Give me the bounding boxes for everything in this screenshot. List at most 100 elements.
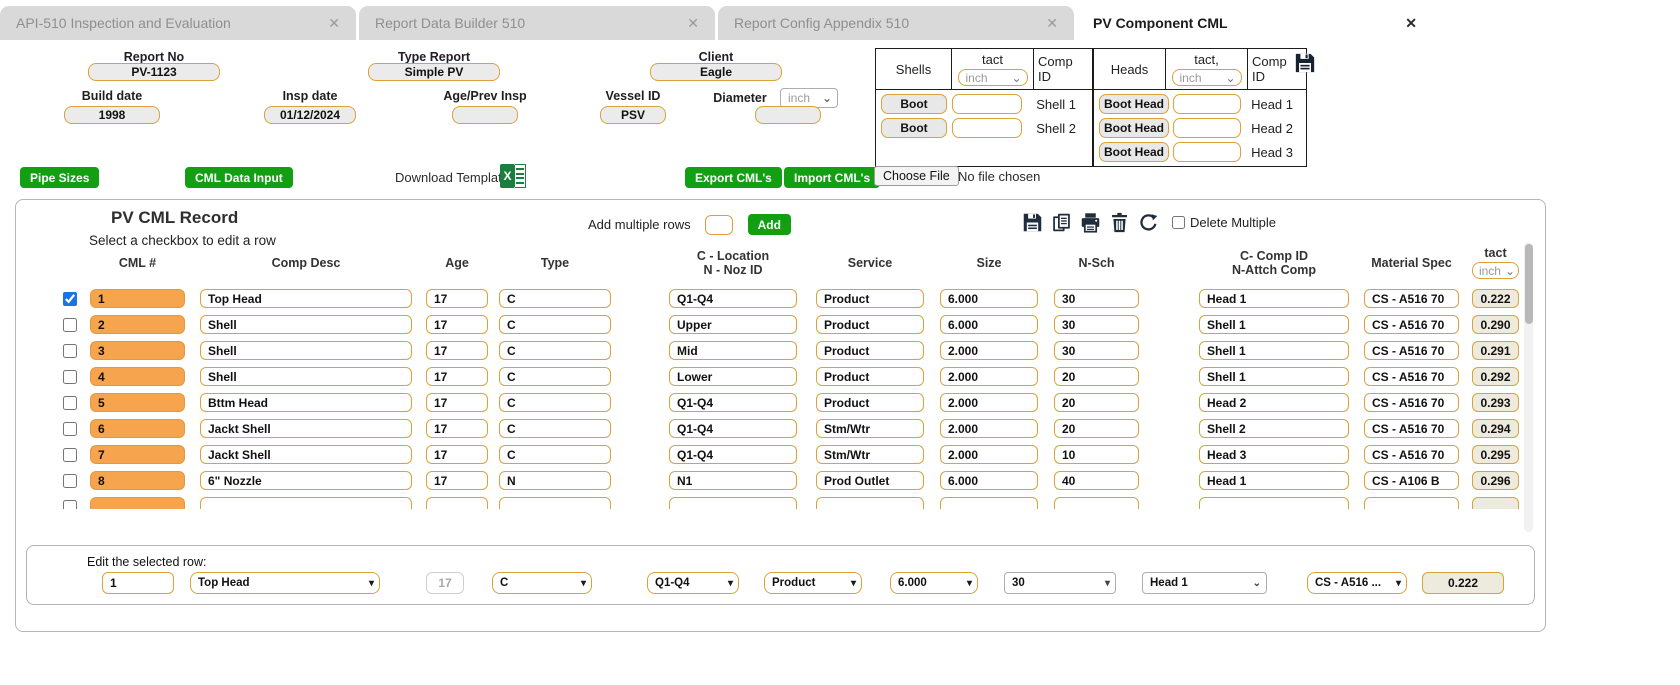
- location-input[interactable]: [669, 289, 797, 308]
- excel-icon[interactable]: X: [500, 164, 527, 188]
- nsch-input[interactable]: [1054, 497, 1139, 509]
- refresh-icon[interactable]: [1137, 211, 1159, 233]
- size-input[interactable]: [940, 315, 1038, 334]
- comp-id-input[interactable]: [1199, 315, 1349, 334]
- tact-input[interactable]: [1472, 367, 1519, 386]
- size-input[interactable]: [940, 289, 1038, 308]
- size-input[interactable]: [940, 341, 1038, 360]
- row-checkbox[interactable]: [63, 447, 77, 462]
- head-tact-input[interactable]: [1173, 118, 1241, 138]
- save-icon[interactable]: [1294, 52, 1316, 74]
- nsch-input[interactable]: [1054, 341, 1139, 360]
- cml-number-input[interactable]: [90, 497, 185, 509]
- location-input[interactable]: [669, 367, 797, 386]
- age-input[interactable]: [426, 419, 488, 438]
- diameter-field[interactable]: [755, 106, 821, 124]
- boot-button[interactable]: Boot: [881, 118, 947, 138]
- edit-age-input[interactable]: [426, 572, 464, 594]
- row-checkbox[interactable]: [63, 421, 77, 436]
- size-input[interactable]: [940, 393, 1038, 412]
- size-input[interactable]: [940, 497, 1038, 509]
- row-checkbox[interactable]: [63, 499, 77, 509]
- tab-report-data-builder[interactable]: Report Data Builder 510 ✕: [359, 6, 715, 40]
- cml-number-input[interactable]: [90, 419, 185, 438]
- age-input[interactable]: [426, 367, 488, 386]
- close-icon[interactable]: ✕: [1046, 15, 1058, 32]
- edit-material-spec-select[interactable]: CS - A516 ... ▾: [1307, 572, 1407, 594]
- size-input[interactable]: [940, 419, 1038, 438]
- type-report-field[interactable]: [368, 63, 500, 81]
- close-icon[interactable]: ✕: [687, 15, 699, 32]
- cml-number-input[interactable]: [90, 315, 185, 334]
- comp-id-input[interactable]: [1199, 471, 1349, 490]
- insp-date-field[interactable]: [264, 106, 356, 124]
- tab-api-510-inspection[interactable]: API-510 Inspection and Evaluation ✕: [0, 6, 356, 40]
- row-checkbox[interactable]: [63, 291, 77, 306]
- type-input[interactable]: [499, 497, 611, 509]
- tact-input[interactable]: [1472, 289, 1519, 308]
- material-spec-input[interactable]: [1364, 367, 1459, 386]
- edit-location-select[interactable]: Q1-Q4 ▾: [647, 572, 739, 594]
- diameter-unit-select[interactable]: inch ⌄: [780, 88, 838, 108]
- edit-nsch-select[interactable]: 30 ▾: [1004, 572, 1116, 594]
- nsch-input[interactable]: [1054, 445, 1139, 464]
- tab-pv-component-cml[interactable]: PV Component CML ✕: [1077, 6, 1433, 40]
- edit-tact-input[interactable]: [1422, 572, 1504, 594]
- age-input[interactable]: [426, 471, 488, 490]
- comp-id-input[interactable]: [1199, 341, 1349, 360]
- nsch-input[interactable]: [1054, 471, 1139, 490]
- location-input[interactable]: [669, 341, 797, 360]
- boot-head-button[interactable]: Boot Head: [1099, 94, 1169, 114]
- nsch-input[interactable]: [1054, 315, 1139, 334]
- comp-id-input[interactable]: [1199, 393, 1349, 412]
- heads-tact-unit-select[interactable]: inch ⌄: [1171, 69, 1242, 86]
- comp-id-input[interactable]: [1199, 445, 1349, 464]
- edit-comp-id-select[interactable]: Head 1 ⌄: [1142, 572, 1267, 594]
- comp-id-input[interactable]: [1199, 419, 1349, 438]
- comp-id-input[interactable]: [1199, 497, 1349, 509]
- size-input[interactable]: [940, 367, 1038, 386]
- row-checkbox[interactable]: [63, 473, 77, 488]
- nsch-input[interactable]: [1054, 393, 1139, 412]
- close-icon[interactable]: ✕: [328, 15, 340, 32]
- material-spec-input[interactable]: [1364, 393, 1459, 412]
- edit-comp-desc-select[interactable]: Top Head ▾: [190, 572, 380, 594]
- type-input[interactable]: [499, 445, 611, 464]
- tact-input[interactable]: [1472, 341, 1519, 360]
- material-spec-input[interactable]: [1364, 419, 1459, 438]
- location-input[interactable]: [669, 445, 797, 464]
- type-input[interactable]: [499, 393, 611, 412]
- age-input[interactable]: [426, 315, 488, 334]
- report-no-field[interactable]: [88, 63, 220, 81]
- delete-multiple-checkbox[interactable]: [1172, 215, 1185, 229]
- service-input[interactable]: [816, 445, 924, 464]
- boot-head-button[interactable]: Boot Head: [1099, 118, 1169, 138]
- pipe-sizes-button[interactable]: Pipe Sizes: [20, 167, 100, 188]
- comp-id-input[interactable]: [1199, 367, 1349, 386]
- vertical-scrollbar[interactable]: [1524, 242, 1533, 532]
- tact-input[interactable]: [1472, 393, 1519, 412]
- material-spec-input[interactable]: [1364, 497, 1459, 509]
- edit-size-select[interactable]: 6.000 ▾: [890, 572, 978, 594]
- add-rows-count-input[interactable]: [704, 214, 733, 235]
- material-spec-input[interactable]: [1364, 341, 1459, 360]
- build-date-field[interactable]: [64, 106, 160, 124]
- size-input[interactable]: [940, 471, 1038, 490]
- age-input[interactable]: [426, 289, 488, 308]
- delete-icon[interactable]: [1108, 211, 1130, 233]
- location-input[interactable]: [669, 315, 797, 334]
- material-spec-input[interactable]: [1364, 445, 1459, 464]
- cml-number-input[interactable]: [90, 367, 185, 386]
- print-icon[interactable]: [1079, 211, 1101, 233]
- close-icon[interactable]: ✕: [1405, 15, 1417, 32]
- comp-desc-input[interactable]: [200, 289, 412, 308]
- comp-desc-input[interactable]: [200, 445, 412, 464]
- copy-icon[interactable]: [1050, 211, 1072, 233]
- type-input[interactable]: [499, 367, 611, 386]
- tab-report-config-appendix[interactable]: Report Config Appendix 510 ✕: [718, 6, 1074, 40]
- comp-desc-input[interactable]: [200, 393, 412, 412]
- comp-desc-input[interactable]: [200, 315, 412, 334]
- boot-head-button[interactable]: Boot Head: [1099, 142, 1169, 162]
- shell-tact-input[interactable]: [952, 118, 1022, 138]
- save-icon[interactable]: [1021, 211, 1043, 233]
